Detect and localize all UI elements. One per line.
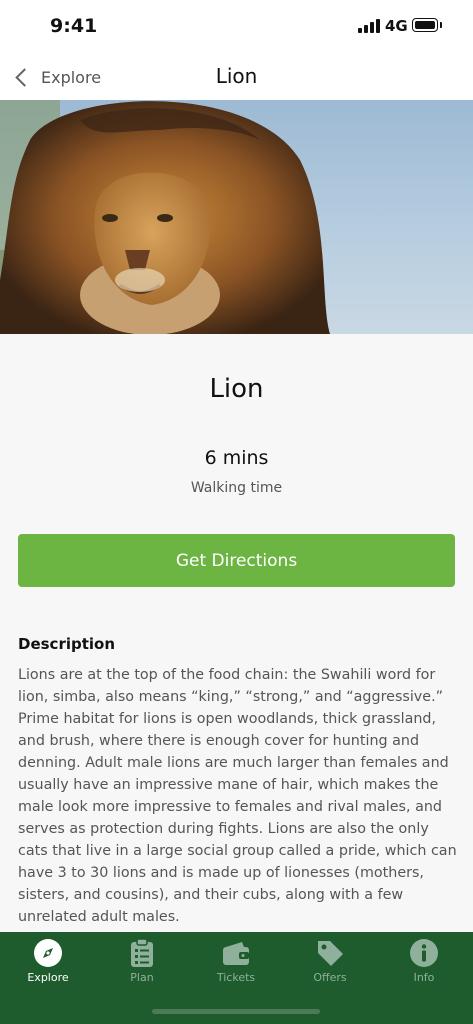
lion-illustration: [0, 100, 330, 334]
walking-time-label: Walking time: [190, 480, 283, 496]
hero-image: [0, 100, 473, 334]
animal-title: Lion: [209, 374, 264, 404]
tab-label: Tickets: [216, 971, 256, 984]
wallet-icon: [223, 942, 249, 965]
nav-bar: Explore Lion: [0, 52, 473, 100]
network-type: 4G: [385, 17, 408, 35]
battery-tip: [440, 22, 442, 28]
tab-info[interactable]: Info: [377, 932, 471, 1002]
description-text: Lions are at the top of the food chain: …: [18, 667, 457, 925]
status-time: 9:41: [50, 15, 98, 37]
tab-label: Plan: [130, 971, 154, 984]
status-bar: 9:41 4G: [0, 0, 473, 52]
info-icon: [410, 939, 438, 967]
battery-icon: [412, 18, 438, 32]
signal-icon: [358, 19, 380, 33]
tag-icon: [318, 941, 343, 966]
tab-label: Explore: [27, 971, 69, 984]
clipboard-list-icon: [131, 938, 153, 967]
get-directions-button[interactable]: Get Directions: [18, 534, 455, 587]
tab-tickets[interactable]: Tickets: [189, 932, 283, 1002]
tab-label: Info: [413, 971, 435, 984]
compass-icon: [34, 939, 62, 967]
detail-content: Lion 6 mins Walking time Get Directions …: [0, 334, 473, 932]
tab-explore[interactable]: Explore: [1, 932, 95, 1002]
description-heading: Description: [18, 635, 116, 653]
tab-label: Offers: [313, 971, 347, 984]
home-indicator: [152, 1009, 320, 1014]
page-title: Lion: [215, 64, 258, 88]
walking-time-value: 6 mins: [204, 447, 269, 469]
tab-plan[interactable]: Plan: [95, 932, 189, 1002]
tab-offers[interactable]: Offers: [283, 932, 377, 1002]
